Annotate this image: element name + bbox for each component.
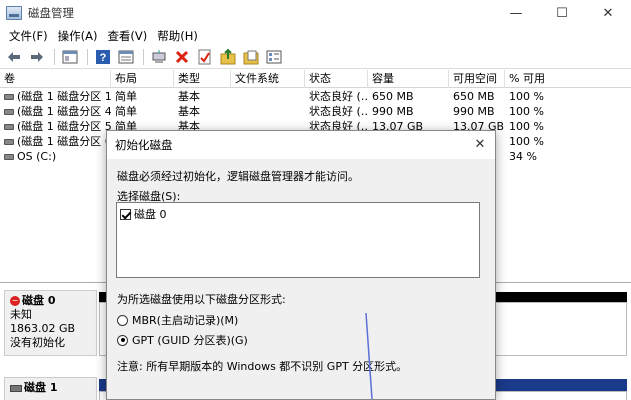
volume-percent: 100 % <box>509 135 544 148</box>
volume-icon <box>4 154 14 160</box>
dialog-intro-text: 磁盘必须经过初始化，逻辑磁盘管理器才能访问。 <box>117 170 359 183</box>
menu-help[interactable]: 帮助(H) <box>152 28 203 44</box>
volume-row[interactable]: (磁盘 1 磁盘分区 4) 简单 基本 状态良好 (… 990 MB 990 M… <box>0 104 631 119</box>
volume-type: 基本 <box>178 105 200 118</box>
toolbar-separator <box>143 48 144 65</box>
mbr-radio[interactable] <box>117 314 128 326</box>
column-status[interactable]: 状态 <box>305 70 368 88</box>
column-filesystem[interactable]: 文件系统 <box>231 70 305 88</box>
show-hide-icon[interactable] <box>60 47 80 67</box>
disk-management-app-icon <box>6 6 22 20</box>
gpt-option-label: GPT (GUID 分区表)(G) <box>132 334 248 347</box>
annotation-arrow <box>365 313 373 400</box>
volume-free: 990 MB <box>453 105 495 118</box>
menu-view[interactable]: 查看(V) <box>102 28 152 44</box>
volume-icon <box>4 109 14 115</box>
volume-list-header: 卷 布局 类型 文件系统 状态 容量 可用空间 % 可用 <box>0 70 631 88</box>
disk-1-label[interactable]: 磁盘 1 <box>4 377 97 400</box>
help-icon[interactable]: ? <box>93 47 113 67</box>
volume-capacity: 650 MB <box>372 90 414 103</box>
menu-file[interactable]: 文件(F) <box>4 28 53 44</box>
disk-item-label: 磁盘 0 <box>134 208 167 221</box>
initialize-disk-dialog: 初始化磁盘 ✕ 磁盘必须经过初始化，逻辑磁盘管理器才能访问。 选择磁盘(S): … <box>106 130 496 400</box>
mbr-option-label: MBR(主启动记录)(M) <box>132 314 239 327</box>
volume-percent: 100 % <box>509 105 544 118</box>
volume-percent: 34 % <box>509 150 537 163</box>
volume-name: (磁盘 1 磁盘分区 4) <box>17 105 111 118</box>
toolbar: ? <box>0 45 631 69</box>
minimize-button[interactable]: — <box>493 0 539 26</box>
disk-icon <box>10 384 22 392</box>
disk-1-name: 磁盘 1 <box>24 381 58 394</box>
window-controls: — ☐ ✕ <box>493 0 631 26</box>
gpt-radio-option[interactable]: GPT (GUID 分区表)(G) <box>117 332 248 348</box>
properties-icon[interactable] <box>116 47 136 67</box>
partition-style-label: 为所选磁盘使用以下磁盘分区形式: <box>117 293 286 306</box>
disk-listbox[interactable]: 磁盘 0 <box>116 202 480 278</box>
window-title: 磁盘管理 <box>28 6 74 20</box>
title-bar: 磁盘管理 — ☐ ✕ <box>0 0 631 26</box>
column-percent-free[interactable]: % 可用 <box>505 70 631 88</box>
volume-status: 状态良好 (… <box>309 105 368 118</box>
column-volume[interactable]: 卷 <box>0 70 111 88</box>
disk-0-size: 1863.02 GB <box>10 322 76 335</box>
toolbar-separator <box>87 48 88 65</box>
volume-layout: 简单 <box>115 90 137 103</box>
volume-icon <box>4 139 14 145</box>
folder-icon[interactable] <box>241 47 261 67</box>
dialog-title: 初始化磁盘 <box>115 138 173 152</box>
view-icon[interactable] <box>264 47 284 67</box>
disk-list-item[interactable]: 磁盘 0 <box>120 206 167 222</box>
volume-name: OS (C:) <box>17 150 57 163</box>
connect-icon[interactable] <box>149 47 169 67</box>
volume-capacity: 990 MB <box>372 105 414 118</box>
volume-icon <box>4 124 14 130</box>
open-icon[interactable] <box>218 47 238 67</box>
dialog-close-button[interactable]: ✕ <box>465 131 495 159</box>
volume-percent: 100 % <box>509 90 544 103</box>
disk-0-label[interactable]: − 磁盘 0 未知 1863.02 GB 没有初始化 <box>4 290 97 356</box>
delete-icon[interactable] <box>172 47 192 67</box>
svg-text:?: ? <box>100 52 107 64</box>
volume-type: 基本 <box>178 90 200 103</box>
volume-free: 650 MB <box>453 90 495 103</box>
menu-bar: 文件(F) 操作(A) 查看(V) 帮助(H) <box>0 26 631 45</box>
disk-checkbox[interactable] <box>120 208 131 220</box>
column-layout[interactable]: 布局 <box>111 70 174 88</box>
dialog-body: 磁盘必须经过初始化，逻辑磁盘管理器才能访问。 选择磁盘(S): 磁盘 0 为所选… <box>107 159 495 399</box>
forward-icon[interactable] <box>27 47 47 67</box>
disk-0-name: 磁盘 0 <box>22 294 56 307</box>
close-button[interactable]: ✕ <box>585 0 631 26</box>
menu-action[interactable]: 操作(A) <box>53 28 103 44</box>
gpt-radio[interactable] <box>117 334 128 346</box>
volume-icon <box>4 94 14 100</box>
back-icon[interactable] <box>4 47 24 67</box>
dialog-title-bar: 初始化磁盘 ✕ <box>107 131 495 159</box>
uninitialized-disk-icon: − <box>10 296 20 306</box>
volume-row[interactable]: (磁盘 1 磁盘分区 1) 简单 基本 状态良好 (… 650 MB 650 M… <box>0 89 631 104</box>
volume-name: (磁盘 1 磁盘分区 5) <box>17 120 111 133</box>
column-free-space[interactable]: 可用空间 <box>449 70 505 88</box>
volume-layout: 简单 <box>115 105 137 118</box>
disk-0-state: 没有初始化 <box>10 336 65 349</box>
toolbar-separator <box>54 48 55 65</box>
disk-0-kind: 未知 <box>10 308 32 321</box>
volume-status: 状态良好 (… <box>309 90 368 103</box>
volume-percent: 100 % <box>509 120 544 133</box>
volume-name: (磁盘 1 磁盘分区 6) <box>17 135 111 148</box>
column-type[interactable]: 类型 <box>174 70 231 88</box>
maximize-button[interactable]: ☐ <box>539 0 585 26</box>
mbr-radio-option[interactable]: MBR(主启动记录)(M) <box>117 312 238 328</box>
volume-name: (磁盘 1 磁盘分区 1) <box>17 90 111 103</box>
check-icon[interactable] <box>195 47 215 67</box>
column-capacity[interactable]: 容量 <box>368 70 449 88</box>
